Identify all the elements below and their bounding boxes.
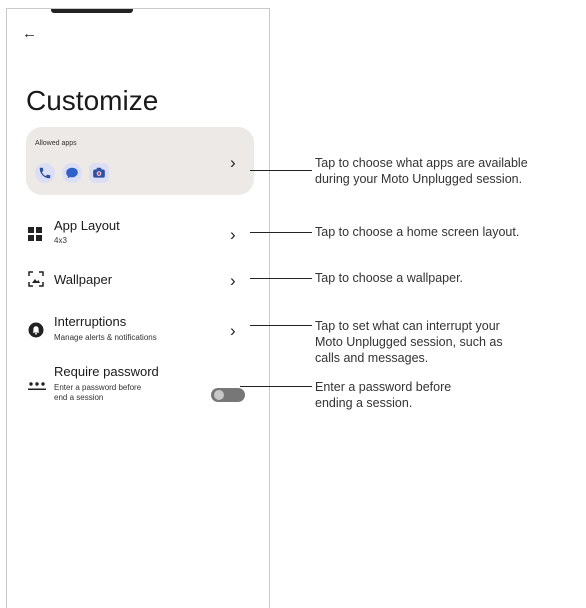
toggle-knob bbox=[214, 390, 224, 400]
callout-line-app-layout bbox=[250, 232, 312, 233]
allowed-apps-label: Allowed apps bbox=[35, 140, 77, 147]
allowed-apps-chevron-right-icon: › bbox=[230, 153, 236, 172]
interruptions-chevron-right-icon: › bbox=[230, 321, 236, 340]
camera-icon bbox=[89, 163, 109, 183]
page-title: Customize bbox=[26, 85, 159, 116]
interruptions-icon bbox=[28, 322, 44, 338]
interruptions-title: Interruptions bbox=[54, 314, 127, 329]
allowed-apps-card[interactable]: Allowed apps › bbox=[26, 127, 254, 195]
callout-line-interruptions bbox=[250, 325, 312, 326]
wallpaper-chevron-right-icon: › bbox=[230, 271, 236, 290]
callout-wallpaper-line1: Tap to choose a wallpaper. bbox=[315, 271, 464, 285]
callout-allowed-apps: Tap to choose what apps are available du… bbox=[315, 155, 528, 187]
wallpaper-title: Wallpaper bbox=[54, 272, 113, 287]
password-icon bbox=[28, 382, 46, 390]
callout-interruptions-line1: Tap to set what can interrupt your bbox=[315, 319, 500, 333]
callout-line-wallpaper bbox=[250, 278, 312, 279]
callout-password: Enter a password before ending a session… bbox=[315, 379, 451, 411]
require-password-subtitle-line2: end a session bbox=[54, 393, 104, 402]
wallpaper-icon bbox=[28, 271, 44, 287]
callout-password-line2: ending a session. bbox=[315, 396, 413, 410]
callout-interruptions-line2: Moto Unplugged session, such as bbox=[315, 335, 503, 349]
callout-allowed-apps-line1: Tap to choose what apps are available bbox=[315, 156, 528, 170]
require-password-title: Require password bbox=[54, 364, 159, 379]
app-layout-row[interactable]: App Layout 4x3 › bbox=[26, 217, 254, 251]
app-layout-subtitle: 4x3 bbox=[54, 236, 67, 245]
callout-app-layout-line1: Tap to choose a home screen layout. bbox=[315, 225, 520, 239]
grid-icon bbox=[28, 227, 42, 241]
callout-app-layout: Tap to choose a home screen layout. bbox=[315, 224, 519, 240]
require-password-toggle[interactable] bbox=[211, 388, 245, 402]
app-layout-title: App Layout bbox=[54, 218, 120, 233]
callout-interruptions: Tap to set what can interrupt your Moto … bbox=[315, 318, 503, 366]
interruptions-row[interactable]: Interruptions Manage alerts & notificati… bbox=[26, 313, 254, 347]
callout-password-line1: Enter a password before bbox=[315, 380, 452, 394]
callout-line-password bbox=[240, 386, 312, 387]
require-password-row: Require password Enter a password before… bbox=[26, 363, 254, 409]
callout-wallpaper: Tap to choose a wallpaper. bbox=[315, 270, 463, 286]
callout-interruptions-line3: calls and messages. bbox=[315, 351, 429, 365]
messages-icon bbox=[62, 163, 82, 183]
interruptions-subtitle: Manage alerts & notifications bbox=[54, 333, 157, 342]
wallpaper-row[interactable]: Wallpaper › bbox=[26, 268, 254, 292]
phone-screen: ← Customize Allowed apps › App Layout 4x… bbox=[6, 8, 270, 608]
callout-allowed-apps-line2: during your Moto Unplugged session. bbox=[315, 172, 523, 186]
phone-icon bbox=[35, 163, 55, 183]
app-layout-chevron-right-icon: › bbox=[230, 225, 236, 244]
back-arrow-icon[interactable]: ← bbox=[22, 25, 37, 42]
phone-notch bbox=[51, 9, 133, 13]
require-password-subtitle-line1: Enter a password before bbox=[54, 383, 142, 392]
callout-line-allowed-apps bbox=[250, 170, 312, 171]
